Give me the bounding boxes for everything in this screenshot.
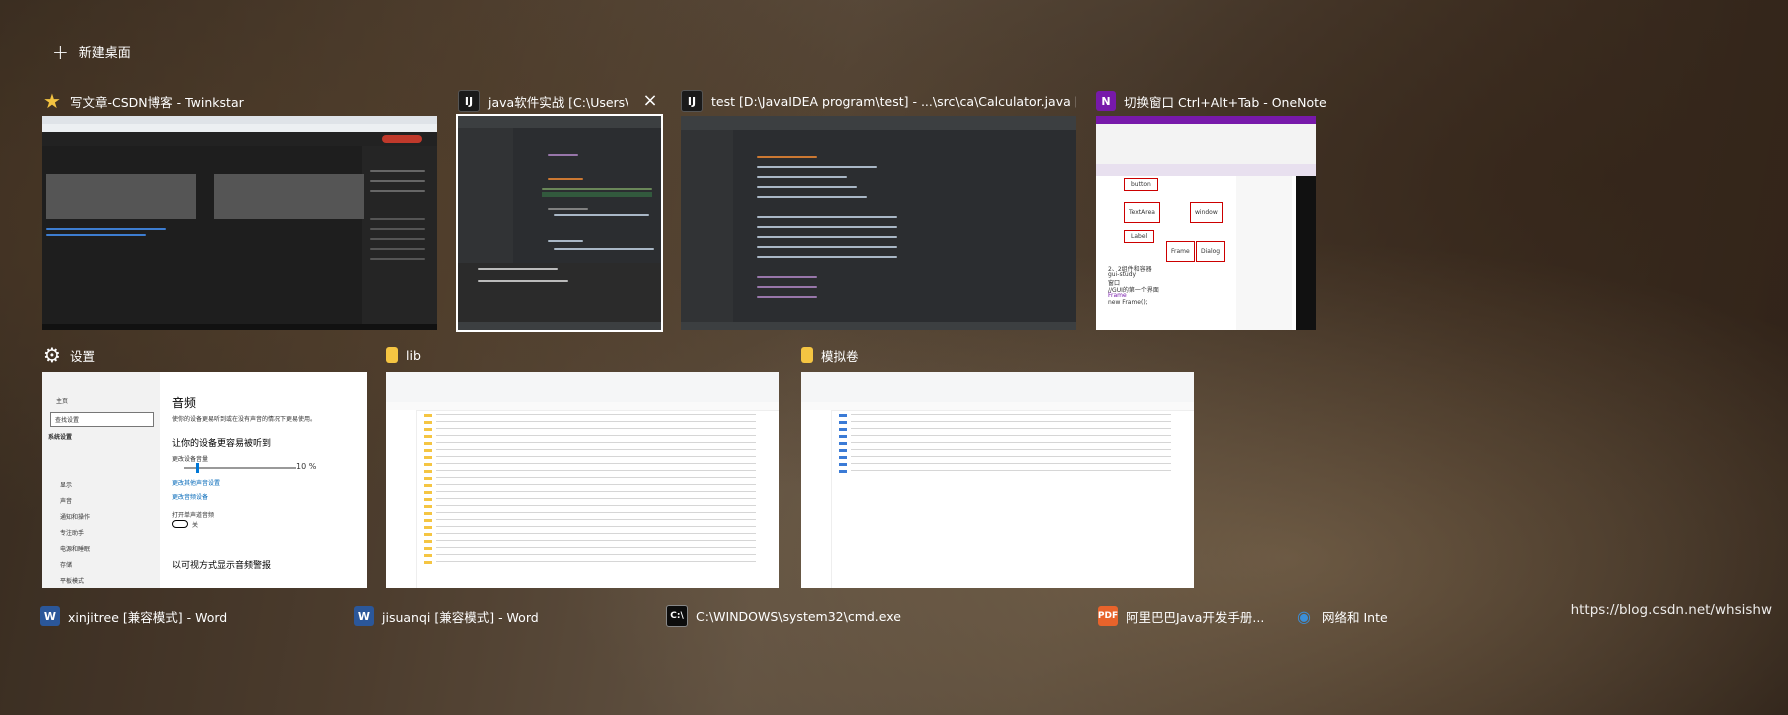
gear-icon: ⚙ (43, 344, 61, 366)
window-title-bar: N 切换窗口 Ctrl+Alt+Tab - OneNote (1096, 90, 1327, 112)
word-icon: W (354, 606, 374, 626)
volume-slider-thumb[interactable] (196, 463, 199, 473)
settings-heading: 音频 (172, 396, 197, 410)
cmd-icon: C:\ (666, 605, 688, 627)
window-title: java软件实战 [C:\Users\王硕\... (488, 94, 628, 110)
new-desktop-label: 新建桌面 (78, 46, 131, 61)
window-card-intellij-java[interactable]: IJ java软件实战 [C:\Users\王硕\... × (456, 90, 663, 332)
settings-link[interactable]: 更改音频设备 (172, 492, 208, 501)
window-card-onenote[interactable]: N 切换窗口 Ctrl+Alt+Tab - OneNote button Tex… (1096, 91, 1327, 330)
window-item-label: jisuanqi [兼容模式] - Word (382, 609, 539, 625)
window-card-explorer-lib[interactable]: lib (386, 347, 779, 588)
window-thumbnail (42, 116, 437, 330)
note-line: gui-study (1108, 271, 1137, 278)
window-title-bar: IJ java软件实战 [C:\Users\王硕\... (458, 90, 628, 112)
settings-sub1: 让你的设备更容易被听到 (172, 439, 272, 449)
diagram-box: Frame (1166, 241, 1195, 262)
window-title-bar: 模拟卷 (801, 344, 859, 366)
window-title: lib (406, 347, 421, 363)
window-thumbnail: 主页 查找设置 系统设置 显示 声音 通知和操作 专注助手 电源和睡眠 存储 平… (42, 372, 367, 588)
diagram-box: TextArea (1124, 202, 1160, 223)
window-item-pdf[interactable]: PDF 阿里巴巴Java开发手册... (1098, 604, 1264, 628)
window-title-bar: ★ 写文章-CSDN博客 - Twinkstar (42, 90, 437, 112)
settings-side-item: 声音 (60, 498, 73, 505)
note-line: Frame (1108, 292, 1127, 299)
window-card-twinkstar[interactable]: ★ 写文章-CSDN博客 - Twinkstar (42, 90, 437, 330)
mono-audio-toggle[interactable] (172, 520, 188, 528)
window-card-settings[interactable]: ⚙ 设置 主页 查找设置 系统设置 显示 声音 通知和操作 专注助手 电源和睡眠… (42, 344, 367, 588)
settings-search: 查找设置 (50, 412, 154, 427)
window-item-word-jisuanqi[interactable]: W jisuanqi [兼容模式] - Word (354, 604, 539, 628)
window-title-bar: ⚙ 设置 (42, 344, 95, 366)
settings-home: 主页 (56, 398, 69, 405)
onenote-icon: N (1096, 91, 1116, 111)
diagram-box: Dialog (1196, 241, 1226, 262)
window-item-network[interactable]: ◉ 网络和 Inte (1294, 604, 1388, 628)
volume-slider[interactable] (184, 467, 296, 469)
window-title-bar: lib (386, 344, 421, 366)
diagram-box: button (1124, 178, 1158, 191)
task-view: + 新建桌面 ★ 写文章-CSDN博客 - Twinkstar IJ java软… (0, 0, 1788, 715)
window-thumbnail (801, 372, 1194, 588)
settings-sub2: 以可视方式显示音频警报 (172, 561, 272, 571)
window-thumbnail (681, 116, 1076, 330)
mono-audio-label: 打开单声道音频 (172, 512, 215, 519)
settings-side-item: 存储 (60, 562, 73, 569)
window-thumbnail (456, 114, 663, 332)
watermark: https://blog.csdn.net/whsishw (1570, 602, 1772, 618)
window-item-cmd[interactable]: C:\ C:\WINDOWS\system32\cmd.exe (666, 604, 901, 628)
window-item-label: 网络和 Inte (1322, 609, 1388, 625)
window-item-word-xinjitree[interactable]: W xinjitree [兼容模式] - Word (40, 604, 227, 628)
pdf-icon: PDF (1098, 606, 1118, 626)
folder-icon (386, 347, 398, 363)
window-thumbnail (386, 372, 779, 588)
network-icon: ◉ (1297, 606, 1311, 626)
settings-link[interactable]: 更改其他声音设置 (172, 478, 220, 487)
diagram-box: Label (1124, 230, 1155, 243)
folder-icon (801, 347, 813, 363)
diagram-box: window (1190, 202, 1223, 223)
star-icon: ★ (43, 90, 61, 112)
window-item-label: C:\WINDOWS\system32\cmd.exe (696, 608, 901, 624)
window-title: 模拟卷 (821, 348, 859, 364)
settings-desc: 使你的设备更易听到或在没有声音的情况下更易使用。 (172, 416, 317, 423)
settings-side-item: 专注助手 (60, 530, 85, 537)
settings-side-item: 显示 (60, 482, 73, 489)
toggle-state: 关 (192, 522, 199, 529)
window-card-intellij-test[interactable]: IJ test [D:\JavaIDEA program\test] - ...… (681, 90, 1076, 330)
volume-label: 更改设备音量 (172, 456, 209, 463)
window-item-label: 阿里巴巴Java开发手册... (1126, 609, 1265, 625)
window-title-bar: IJ test [D:\JavaIDEA program\test] - ...… (681, 90, 1076, 112)
settings-side-item: 电源和睡眠 (60, 546, 91, 553)
window-card-explorer-moni[interactable]: 模拟卷 (801, 347, 1194, 588)
new-desktop-button[interactable]: + 新建桌面 (52, 39, 131, 64)
plus-icon: + (52, 39, 69, 64)
window-title: 设置 (70, 348, 96, 364)
window-thumbnail: button TextArea window Frame Dialog Labe… (1096, 116, 1316, 330)
window-item-label: xinjitree [兼容模式] - Word (68, 609, 228, 625)
note-line: new Frame(); (1108, 299, 1148, 306)
word-icon: W (40, 606, 60, 626)
close-icon[interactable]: × (641, 92, 659, 110)
window-title: 写文章-CSDN博客 - Twinkstar (70, 94, 244, 110)
settings-section: 系统设置 (48, 434, 73, 441)
window-title: test [D:\JavaIDEA program\test] - ...\sr… (711, 93, 1076, 109)
settings-side-item: 平板模式 (60, 578, 85, 585)
settings-main: 音频 使你的设备更易听到或在没有声音的情况下更易使用。 让你的设备更容易被听到 … (160, 372, 367, 588)
window-title: 切换窗口 Ctrl+Alt+Tab - OneNote (1124, 94, 1327, 110)
settings-sidebar: 主页 查找设置 系统设置 显示 声音 通知和操作 专注助手 电源和睡眠 存储 平… (42, 372, 160, 588)
settings-side-item: 通知和操作 (60, 514, 91, 521)
volume-value: 10 % (296, 462, 317, 471)
intellij-icon: IJ (681, 90, 703, 112)
intellij-icon: IJ (458, 90, 480, 112)
